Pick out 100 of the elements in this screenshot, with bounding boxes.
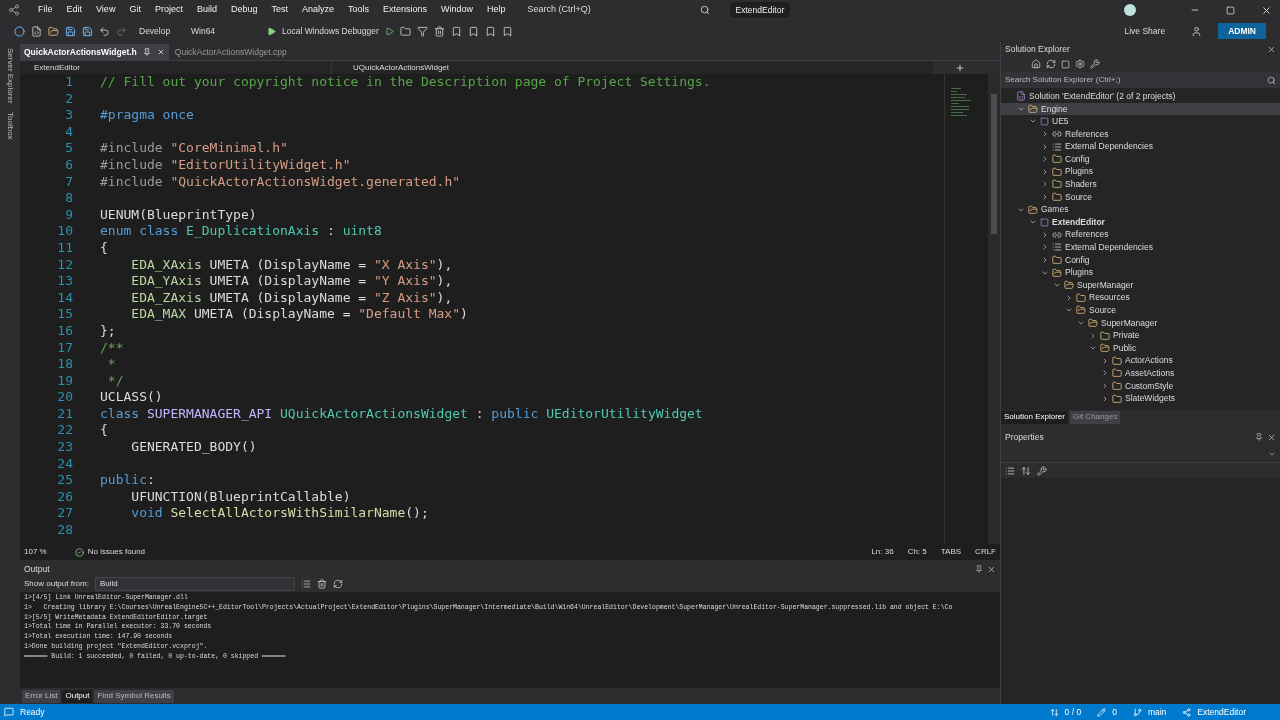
tree-item[interactable]: ActorActions [1001, 354, 1280, 368]
tree-item[interactable]: Resources [1001, 291, 1280, 305]
scope-dropdown[interactable]: UQuickActorActionsWidget [333, 61, 933, 74]
branch-icon[interactable] [1132, 707, 1142, 717]
close-icon[interactable] [987, 564, 996, 574]
project-dropdown[interactable]: ExtendEditor [20, 61, 330, 74]
tree-item[interactable]: External Dependencies [1001, 241, 1280, 254]
sort-icon[interactable] [1021, 465, 1031, 476]
menu-item[interactable]: Edit [60, 1, 89, 19]
menu-item[interactable]: Extensions [377, 1, 434, 19]
tree-item[interactable]: References [1001, 127, 1280, 141]
search-icon[interactable] [1267, 75, 1276, 85]
pin-icon[interactable] [975, 565, 983, 573]
tree-item[interactable]: Source [1001, 190, 1280, 204]
folder-icon[interactable] [399, 25, 411, 37]
configuration-dropdown[interactable]: Develop [139, 24, 185, 38]
open-folder-icon[interactable] [48, 25, 59, 37]
add-icon[interactable] [955, 62, 965, 73]
zoom-level[interactable]: 107 % [24, 546, 47, 558]
bookmark-icon[interactable] [501, 25, 513, 37]
menu-item[interactable]: Analyze [296, 1, 340, 19]
tree-item[interactable]: CustomStyle [1001, 379, 1280, 393]
tree-item[interactable]: SlateWidgets [1001, 392, 1280, 405]
menu-item[interactable]: Debug [224, 1, 264, 19]
panel-tab[interactable]: Git Changes [1069, 410, 1121, 424]
save-icon[interactable] [65, 25, 76, 37]
output-source-dropdown[interactable]: Build [94, 577, 295, 591]
save-all-icon[interactable] [82, 25, 93, 37]
menu-item[interactable]: File [32, 1, 59, 19]
undo-icon[interactable] [99, 25, 110, 37]
tree-item[interactable]: Plugins [1001, 165, 1280, 179]
settings-icon[interactable] [1075, 59, 1085, 69]
menu-item[interactable]: View [90, 1, 122, 19]
tree-item[interactable]: AssetActions [1001, 367, 1280, 380]
tree-item[interactable]: Private [1001, 329, 1280, 342]
wrench-icon[interactable] [1037, 465, 1047, 476]
pin-icon[interactable] [1255, 433, 1263, 441]
search-icon[interactable] [699, 5, 710, 15]
clear-icon[interactable] [316, 579, 327, 589]
menu-item[interactable]: Project [148, 1, 189, 19]
tree-item[interactable]: Config [1001, 253, 1280, 267]
tree-item[interactable]: Source [1001, 304, 1280, 317]
menu-item[interactable]: Test [265, 1, 294, 19]
wrench-icon[interactable] [1090, 59, 1100, 69]
tree-item[interactable]: Engine [1001, 102, 1280, 116]
menu-item[interactable]: Help [481, 1, 512, 19]
panel-tab[interactable]: Solution Explorer [1001, 410, 1068, 424]
menu-item[interactable]: Window [435, 1, 480, 19]
wrap-icon[interactable] [332, 579, 343, 589]
bookmark-icon[interactable] [484, 25, 496, 37]
account-button[interactable]: ADMIN [1218, 23, 1266, 39]
tree-item[interactable]: UE5 [1001, 115, 1280, 128]
sync-icon[interactable] [1046, 59, 1056, 69]
tree-item[interactable]: Public [1001, 341, 1280, 355]
maximize-icon[interactable] [1226, 5, 1235, 15]
list-icon[interactable] [300, 579, 311, 589]
tree-item[interactable]: Shaders [1001, 178, 1280, 191]
tree-item[interactable]: Plugins [1001, 266, 1280, 279]
tree-item[interactable]: External Dependencies [1001, 140, 1280, 153]
platform-dropdown[interactable]: Win64 [191, 24, 261, 38]
document-tab[interactable]: QuickActorActionsWidget.h [20, 44, 169, 60]
home-icon[interactable] [1031, 59, 1041, 69]
tree-item[interactable]: Solution 'ExtendEditor' (2 of 2 projects) [1001, 90, 1280, 103]
categorized-icon[interactable] [1005, 465, 1015, 476]
user-icon[interactable] [1191, 25, 1203, 37]
tree-item[interactable]: Games [1001, 203, 1280, 216]
live-share-button[interactable]: Live Share [1124, 24, 1166, 38]
close-icon[interactable] [1261, 4, 1272, 16]
side-tab[interactable]: Server Explorer [4, 48, 16, 104]
tree-item[interactable]: References [1001, 228, 1280, 242]
side-tab[interactable]: Toolbox [4, 111, 16, 140]
search-field[interactable]: Search (Ctrl+Q) [527, 3, 698, 17]
filter-icon[interactable] [416, 25, 428, 37]
menu-item[interactable]: Build [190, 1, 223, 19]
tree-item[interactable]: ExtendEditor [1001, 215, 1280, 229]
tree-item[interactable]: Config [1001, 152, 1280, 166]
panel-tab[interactable]: Find Symbol Results [94, 689, 174, 703]
sync-icon[interactable] [1049, 707, 1059, 717]
repository-name[interactable]: ExtendEditor [1197, 705, 1246, 719]
bookmark-icon[interactable] [450, 25, 462, 37]
play-icon[interactable] [267, 26, 276, 36]
edits-count[interactable]: 0 [1112, 705, 1117, 719]
scrollbar[interactable] [988, 74, 1000, 544]
debugger-button[interactable]: Local Windows Debugger [282, 24, 379, 38]
close-icon[interactable] [1267, 432, 1276, 442]
panel-tab[interactable]: Output [62, 689, 93, 703]
panel-tab[interactable]: Error List [22, 689, 61, 703]
avatar-icon[interactable] [1124, 4, 1136, 16]
tree-item[interactable]: SuperManager [1001, 278, 1280, 292]
pin-icon[interactable] [142, 48, 151, 56]
changes-count[interactable]: 0 / 0 [1064, 705, 1082, 719]
new-file-icon[interactable] [31, 25, 42, 37]
close-icon[interactable] [156, 48, 165, 56]
close-icon[interactable] [1267, 44, 1276, 54]
clear-icon[interactable] [433, 25, 445, 37]
start-without-debugging-icon[interactable] [384, 26, 394, 36]
branch-name[interactable]: main [1147, 705, 1167, 719]
bookmark-icon[interactable] [467, 25, 479, 37]
menu-item[interactable]: Tools [342, 1, 376, 19]
tree-item[interactable]: SuperManager [1001, 316, 1280, 330]
